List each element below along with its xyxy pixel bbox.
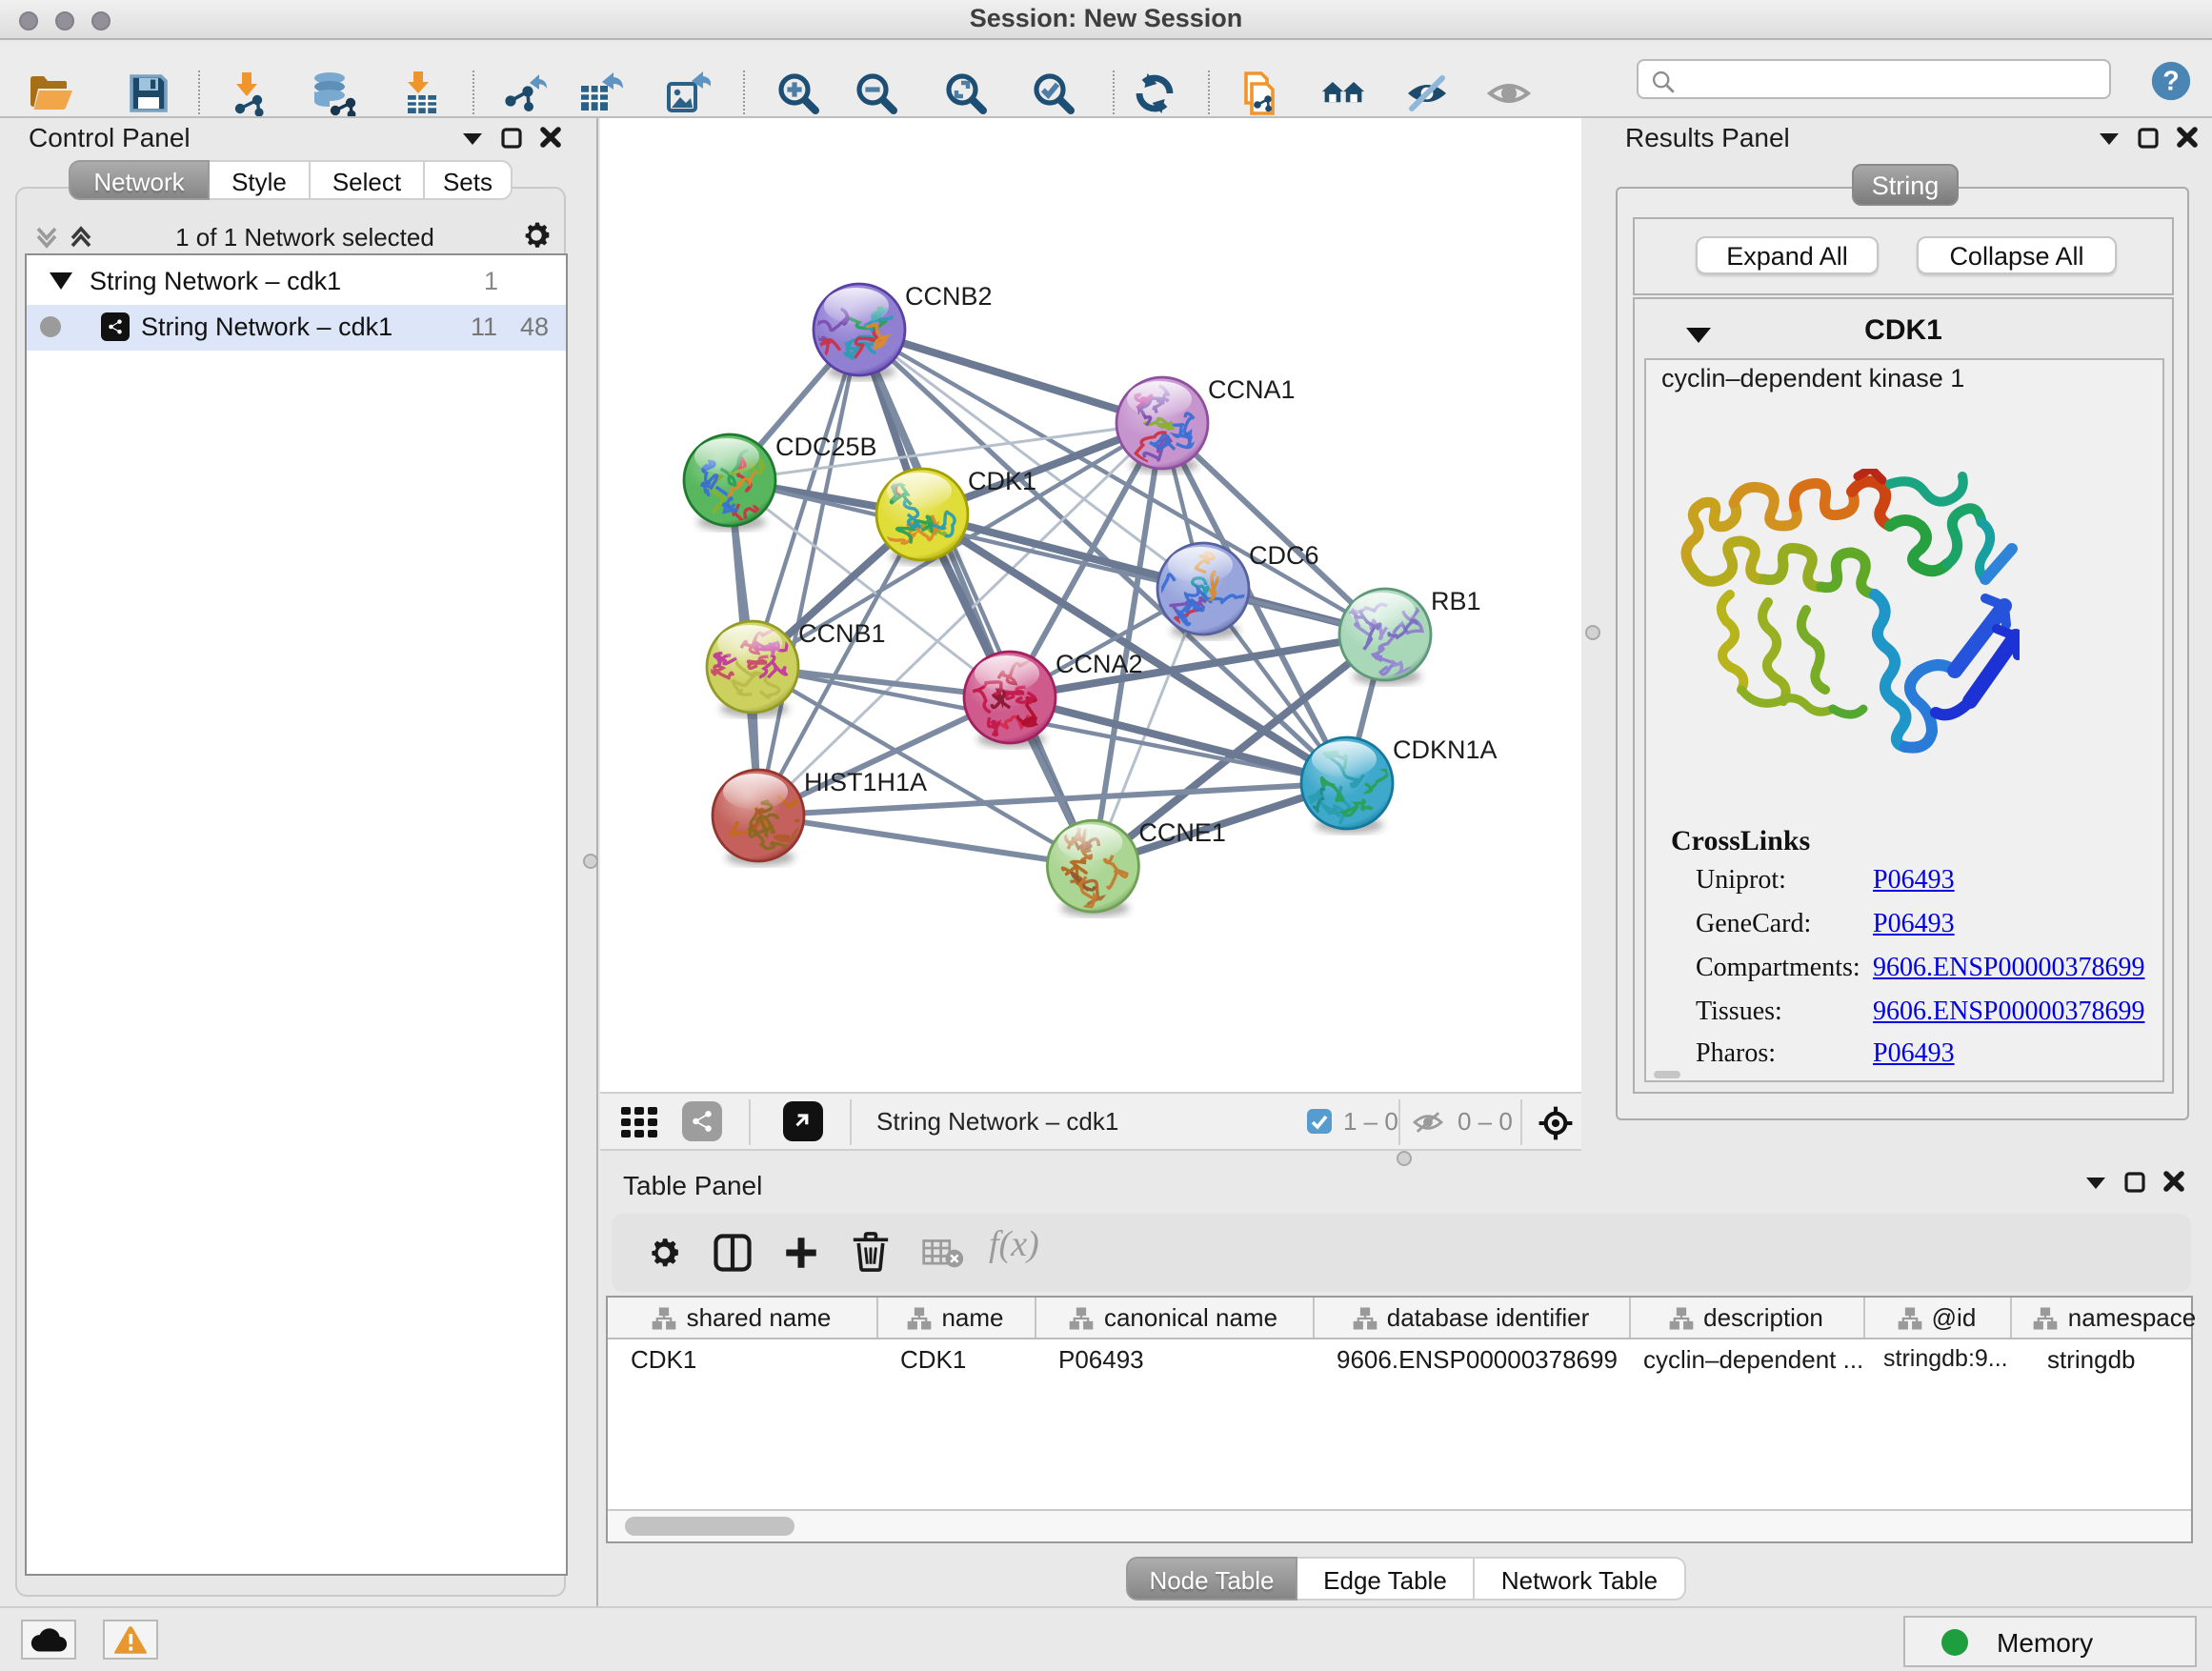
svg-text:CCNB1: CCNB1 <box>798 619 886 648</box>
svg-text:?: ? <box>2162 67 2179 97</box>
svg-text:RB1: RB1 <box>1431 587 1481 615</box>
svg-text:CDKN1A: CDKN1A <box>1393 735 1498 764</box>
svg-text:CDC25B: CDC25B <box>775 433 877 461</box>
svg-text:HIST1H1A: HIST1H1A <box>804 768 927 796</box>
svg-text:CDC6: CDC6 <box>1249 541 1319 570</box>
svg-text:CCNA1: CCNA1 <box>1208 375 1296 404</box>
svg-text:CCNB2: CCNB2 <box>905 282 993 311</box>
svg-text:CCNA2: CCNA2 <box>1056 650 1143 678</box>
svg-text:CCNE1: CCNE1 <box>1138 818 1226 847</box>
svg-text:CDK1: CDK1 <box>968 467 1036 495</box>
